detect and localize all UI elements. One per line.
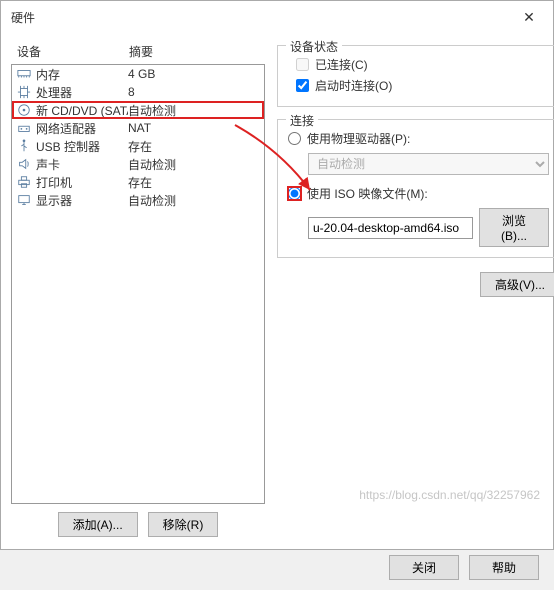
device-summary: NAT [128,121,260,135]
device-name: 打印机 [36,174,128,191]
right-panel: 设备状态 已连接(C) 启动时连接(O) 连接 使用物理驱动器(P): [277,37,554,545]
device-row[interactable]: 打印机存在 [12,173,264,191]
device-summary: 自动检测 [128,102,260,119]
physical-drive-radio[interactable] [288,132,301,145]
physical-drive-select-row: 自动检测 [308,153,549,175]
device-row[interactable]: 处理器8 [12,83,264,101]
column-headers: 设备 摘要 [11,37,265,64]
connect-on-power-row[interactable]: 启动时连接(O) [288,75,549,96]
device-summary: 存在 [128,138,260,155]
device-name: 网络适配器 [36,120,128,137]
browse-button[interactable]: 浏览(B)... [479,208,549,247]
device-summary: 8 [128,85,260,99]
device-row[interactable]: 网络适配器NAT [12,119,264,137]
physical-drive-label: 使用物理驱动器(P): [307,130,410,147]
close-button[interactable]: ✕ [515,7,543,27]
header-summary: 摘要 [129,43,265,60]
device-status-group: 设备状态 已连接(C) 启动时连接(O) [277,45,554,107]
physical-drive-radio-row[interactable]: 使用物理驱动器(P): [288,128,549,149]
content-area: 设备 摘要 内存4 GB处理器8新 CD/DVD (SATA)自动检测网络适配器… [1,33,553,545]
dialog-footer: 关闭 帮助 [1,545,553,590]
device-summary: 存在 [128,174,260,191]
device-name: USB 控制器 [36,138,128,155]
device-name: 内存 [36,66,128,83]
iso-file-row: 浏览(B)... [308,208,549,247]
add-button[interactable]: 添加(A)... [58,512,138,537]
device-summary: 自动检测 [128,192,260,209]
dialog-title: 硬件 [11,9,35,26]
printer-icon [16,175,32,189]
device-name: 新 CD/DVD (SATA) [36,102,128,119]
memory-icon [16,67,32,81]
connection-title: 连接 [286,112,318,129]
hardware-dialog: 硬件 ✕ 设备 摘要 内存4 GB处理器8新 CD/DVD (SATA)自动检测… [0,0,554,550]
network-icon [16,121,32,135]
device-row[interactable]: 内存4 GB [12,65,264,83]
device-row[interactable]: 声卡自动检测 [12,155,264,173]
connected-label: 已连接(C) [315,56,368,73]
titlebar: 硬件 ✕ [1,1,553,33]
device-row[interactable]: 显示器自动检测 [12,191,264,209]
connection-group: 连接 使用物理驱动器(P): 自动检测 使用 ISO 映像文件(M): 浏览 [277,119,554,258]
cd-icon [16,103,32,117]
left-panel: 设备 摘要 内存4 GB处理器8新 CD/DVD (SATA)自动检测网络适配器… [11,37,265,545]
header-device: 设备 [17,43,129,60]
connected-checkbox[interactable] [296,58,309,71]
physical-drive-select[interactable]: 自动检测 [308,153,549,175]
sound-icon [16,157,32,171]
iso-radio-row[interactable]: 使用 ISO 映像文件(M): [288,183,549,204]
device-list[interactable]: 内存4 GB处理器8新 CD/DVD (SATA)自动检测网络适配器NATUSB… [11,64,265,504]
device-row[interactable]: 新 CD/DVD (SATA)自动检测 [12,101,264,119]
device-summary: 4 GB [128,67,260,81]
device-name: 声卡 [36,156,128,173]
advanced-button[interactable]: 高级(V)... [480,272,554,297]
connect-on-power-label: 启动时连接(O) [315,77,392,94]
device-row[interactable]: USB 控制器存在 [12,137,264,155]
iso-file-input[interactable] [308,217,473,239]
display-icon [16,193,32,207]
close-dialog-button[interactable]: 关闭 [389,555,459,580]
usb-icon [16,139,32,153]
left-buttons: 添加(A)... 移除(R) [11,504,265,545]
device-status-title: 设备状态 [286,38,342,55]
connect-on-power-checkbox[interactable] [296,79,309,92]
help-button[interactable]: 帮助 [469,555,539,580]
iso-label: 使用 ISO 映像文件(M): [307,185,428,202]
iso-radio[interactable] [288,187,301,200]
connected-checkbox-row[interactable]: 已连接(C) [288,54,549,75]
remove-button[interactable]: 移除(R) [148,512,219,537]
advanced-row: 高级(V)... [277,272,554,297]
device-name: 处理器 [36,84,128,101]
device-summary: 自动检测 [128,156,260,173]
device-name: 显示器 [36,192,128,209]
cpu-icon [16,85,32,99]
